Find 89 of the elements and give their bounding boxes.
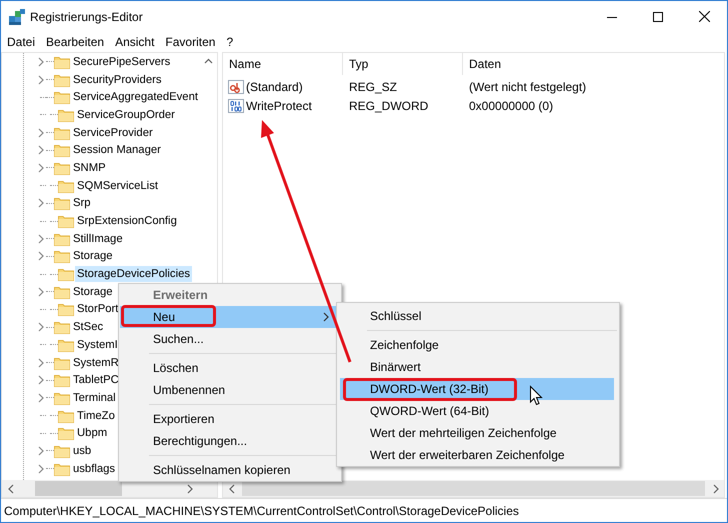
tree-item[interactable]: ServiceAggregatedEvent [71, 89, 200, 106]
folder-icon [58, 267, 74, 282]
folder-icon [58, 302, 74, 316]
menu-item[interactable]: Wert der mehrteiligen Zeichenfolge [340, 422, 614, 444]
tree-item[interactable]: StSec [71, 319, 106, 336]
folder-icon [54, 356, 70, 370]
tree-item[interactable]: SecurePipeServers [71, 54, 172, 70]
folder-icon [58, 108, 74, 122]
tree-item[interactable]: Session Manager [71, 142, 163, 158]
menu-item[interactable]: Suchen... [120, 328, 340, 350]
scroll-right-icon[interactable] [712, 484, 720, 494]
tree-item[interactable]: Ubpm [75, 425, 110, 442]
menu-item[interactable]: DWORD-Wert (32-Bit) [340, 378, 614, 400]
scroll-left-icon[interactable] [6, 484, 14, 494]
tree-item[interactable]: SystemI [75, 336, 120, 353]
scroll-left-icon[interactable] [228, 484, 236, 494]
value-name[interactable]: WriteProtect [246, 98, 312, 112]
menu-item[interactable]: Berechtigungen... [120, 430, 340, 452]
menu-item[interactable]: Zeichenfolge [340, 334, 614, 356]
tree-item[interactable]: Terminal [71, 390, 118, 406]
folder-icon [54, 320, 70, 334]
tree-item[interactable]: SQMServiceList [75, 178, 160, 194]
folder-icon [58, 214, 74, 228]
registry-icon [8, 8, 26, 26]
value-type: REG_SZ [348, 80, 398, 94]
tree-item[interactable]: ServiceProvider [71, 124, 155, 141]
folder-icon [54, 232, 70, 246]
tree-item[interactable]: StillImage [71, 230, 125, 247]
tree-item[interactable]: SecurityProviders [71, 72, 164, 88]
folder-icon [54, 390, 70, 405]
menu-item[interactable]: Schlüsselnamen kopieren [120, 459, 340, 481]
column-header[interactable]: Daten [463, 53, 724, 75]
value-data: 0x00000000 (0) [468, 98, 554, 112]
status-path: Computer\HKEY_LOCAL_MACHINE\SYSTEM\CurrentControlSet\Control\StorageDevicePolicies [4, 504, 519, 518]
mouse-cursor-icon [530, 385, 543, 406]
folder-icon [54, 462, 70, 476]
folder-icon [54, 284, 70, 299]
value-type: REG_DWORD [348, 98, 430, 112]
tree-item[interactable]: Storage [71, 248, 115, 264]
folder-icon [58, 178, 74, 193]
folder-icon [58, 426, 74, 440]
column-header[interactable]: Typ [343, 53, 463, 75]
scroll-right-icon[interactable] [186, 484, 194, 494]
folder-icon [58, 338, 74, 352]
tree-item[interactable]: usbflags [71, 460, 118, 477]
scroll-thumb[interactable] [242, 481, 705, 496]
menu-item[interactable]: QWORD-Wert (64-Bit) [340, 400, 614, 422]
tree-item[interactable]: ServiceGroupOrder [75, 106, 177, 123]
folder-icon [54, 126, 70, 140]
value-data: (Wert nicht festgelegt) [468, 80, 586, 94]
folder-icon [54, 249, 70, 264]
menu-item[interactable]: Bearbeiten [40, 35, 110, 49]
menu-item[interactable]: Binärwert [340, 356, 614, 378]
value-name[interactable]: (Standard) [246, 80, 303, 94]
menu-item[interactable]: Exportieren [120, 408, 340, 430]
tree-item[interactable]: StorageDevicePolicies [75, 266, 192, 282]
binary-value-icon [228, 98, 244, 114]
folder-icon [54, 54, 70, 69]
folder-icon [54, 143, 70, 158]
tree-item[interactable]: SrpExtensionConfig [75, 213, 179, 230]
folder-icon [58, 408, 74, 423]
tree-item[interactable]: TabletPC [71, 372, 121, 388]
column-header[interactable]: Name [223, 53, 343, 75]
tree-item[interactable]: TimeZo [75, 408, 117, 424]
folder-icon [54, 160, 70, 175]
folder-icon [54, 72, 70, 87]
window-title: Registrierungs-Editor [30, 10, 144, 24]
tree-item[interactable]: usb [71, 442, 94, 459]
tree-item[interactable]: SystemR [71, 354, 121, 371]
folder-icon [54, 196, 70, 210]
folder-icon [54, 90, 70, 104]
menu-item[interactable]: Schlüssel [340, 305, 614, 327]
tree-item[interactable]: Srp [71, 195, 93, 212]
menu-item[interactable]: Favoriten [159, 35, 220, 49]
folder-icon [54, 373, 70, 388]
folder-icon [54, 444, 70, 458]
menu-item[interactable]: Ansicht [109, 35, 160, 49]
string-value-icon [228, 78, 244, 94]
menu-item[interactable]: Wert der erweiterbaren Zeichenfolge [340, 444, 614, 466]
menu-item[interactable]: Löschen [120, 357, 340, 379]
menu-item[interactable]: ? [220, 35, 238, 49]
tree-item[interactable]: StorPort [75, 301, 120, 318]
close-icon [698, 11, 710, 22]
scroll-thumb[interactable] [35, 481, 122, 496]
tree-item[interactable]: Storage [71, 284, 115, 300]
menu-item[interactable]: Umbenennen [120, 379, 340, 401]
maximize-icon [653, 12, 663, 22]
menu-item[interactable]: Datei [1, 35, 40, 49]
tree-item[interactable]: SNMP [71, 160, 108, 176]
